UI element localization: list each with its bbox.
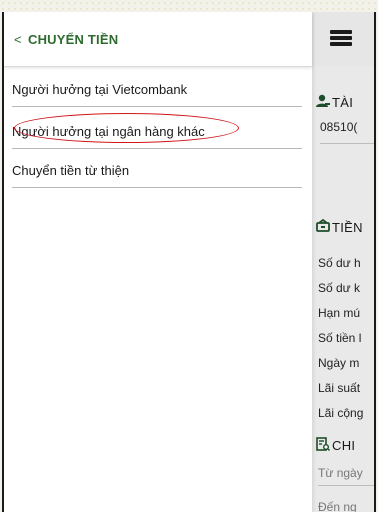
savings-row: Lãi suất [318, 381, 361, 395]
chevron-left-icon[interactable]: < [14, 32, 22, 47]
savings-row: Lãi cộng [318, 406, 364, 420]
background-account-screen: TÀI 08510( TIỀN Số dư h Số dư k Hạn mú S… [312, 12, 374, 512]
menu-item-label: Người hưởng tại Vietcombank [12, 82, 188, 97]
transfer-drawer: < CHUYỂN TIỀN Người hưởng tại Vietcomban… [4, 12, 312, 512]
menu-item-other-bank-recipient[interactable]: Người hưởng tại ngân hàng khác [12, 111, 302, 149]
app-header [312, 12, 374, 66]
menu-item-label: Người hưởng tại ngân hàng khác [12, 124, 205, 139]
savings-row: Hạn mú [318, 306, 361, 320]
menu-item-label: Chuyển tiền từ thiện [12, 163, 130, 178]
menu-item-charity-transfer[interactable]: Chuyển tiền từ thiện [12, 150, 302, 188]
to-date-field[interactable]: Đến ng [318, 500, 374, 512]
phone-screen: TÀI 08510( TIỀN Số dư h Số dư k Hạn mú S… [2, 12, 376, 512]
account-number-field[interactable]: 08510( [320, 111, 374, 144]
document-search-icon [316, 437, 330, 451]
menu-item-vietcombank-recipient[interactable]: Người hưởng tại Vietcombank [12, 69, 302, 107]
savings-row: Số dư k [318, 281, 361, 295]
detail-section-title: CHI [316, 437, 355, 453]
account-section-title: TÀI [316, 94, 353, 110]
hamburger-icon[interactable] [330, 30, 352, 46]
drawer-header: < CHUYỂN TIỀN [4, 12, 312, 67]
savings-row: Số tiền l [318, 331, 362, 345]
piggy-bank-icon [316, 219, 330, 232]
savings-row: Ngày m [318, 356, 360, 370]
savings-row: Số dư h [318, 256, 361, 270]
savings-section-title: TIỀN [316, 219, 363, 235]
drawer-title: CHUYỂN TIỀN [28, 32, 119, 47]
from-date-field[interactable]: Từ ngày [318, 466, 374, 486]
user-icon [316, 94, 330, 107]
